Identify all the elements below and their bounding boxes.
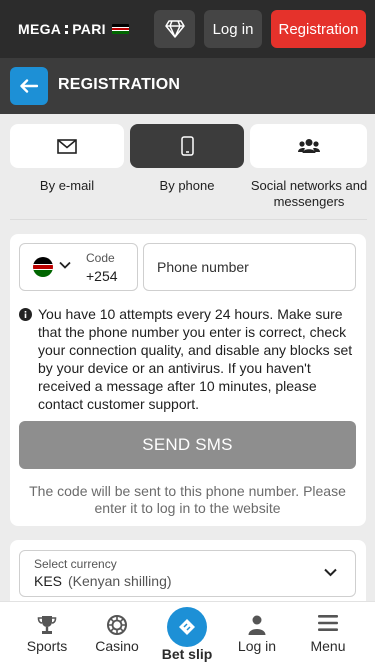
envelope-icon <box>57 138 77 154</box>
nav-label-bet-slip[interactable]: Bet slip <box>152 646 222 662</box>
sms-hint-text: The code will be sent to this phone numb… <box>29 483 346 516</box>
chevron-down-icon <box>59 261 71 269</box>
logo-text-pari: PARI <box>72 21 106 37</box>
currency-code: KES <box>34 573 63 589</box>
ticket-icon <box>179 619 195 635</box>
code-label: Code <box>86 251 115 265</box>
phone-number-input[interactable] <box>143 243 356 291</box>
currency-card: Select currency KES (Kenyan shilling) <box>10 540 366 610</box>
nav-menu[interactable]: Menu <box>293 602 363 667</box>
arrow-left-icon <box>20 79 38 93</box>
back-button[interactable] <box>10 67 48 105</box>
nav-label-menu: Menu <box>310 638 346 654</box>
phone-registration-form: Code +254 You have 10 attempts every 24 … <box>10 234 366 526</box>
bottom-navigation: Sports Casino Bet slip Log in Menu <box>0 601 375 667</box>
nav-label-casino: Casino <box>95 638 139 654</box>
nav-casino[interactable]: Casino <box>82 602 152 667</box>
bonus-button[interactable] <box>154 10 195 48</box>
megapari-logo[interactable]: MEGA PARI <box>18 20 129 38</box>
tab-label-phone: By phone <box>159 178 215 193</box>
logo-text-mega: MEGA <box>18 21 62 37</box>
hamburger-menu-icon <box>318 615 338 631</box>
nav-sports[interactable]: Sports <box>12 602 82 667</box>
page-title: REGISTRATION <box>58 76 181 93</box>
code-value: +254 <box>86 268 118 284</box>
currency-value: KES (Kenyan shilling) <box>34 573 172 589</box>
tab-label-email: By e-mail <box>39 178 95 193</box>
tab-by-email[interactable] <box>10 124 124 168</box>
tab-label-social: Social networks and messengers <box>250 178 368 209</box>
attempts-info-text: You have 10 attempts every 24 hours. Mak… <box>38 306 353 412</box>
top-bar: MEGA PARI Log in Registration <box>0 0 375 58</box>
kenya-flag-icon <box>33 257 53 277</box>
user-icon <box>248 615 266 635</box>
send-sms-button[interactable]: SEND SMS <box>19 421 356 469</box>
casino-chip-icon <box>107 615 127 635</box>
registration-method-tabs: By e-mail By phone Social networks and m… <box>10 114 367 220</box>
currency-select[interactable]: Select currency KES (Kenyan shilling) <box>19 550 356 597</box>
users-icon <box>297 139 320 153</box>
tab-social-networks[interactable] <box>250 124 367 168</box>
registration-button[interactable]: Registration <box>271 10 366 48</box>
currency-name: (Kenyan shilling) <box>68 573 172 589</box>
tab-by-phone[interactable] <box>130 124 244 168</box>
section-header: REGISTRATION <box>0 58 375 114</box>
bet-slip-button[interactable] <box>167 607 207 647</box>
login-button[interactable]: Log in <box>204 10 262 48</box>
kenya-flag-icon <box>111 23 129 35</box>
country-code-picker[interactable]: Code +254 <box>19 243 138 291</box>
nav-label-sports: Sports <box>26 638 68 654</box>
trophy-icon <box>37 616 57 634</box>
phone-icon <box>180 136 194 156</box>
diamond-icon <box>164 20 185 38</box>
chevron-down-icon <box>324 568 337 577</box>
logo-dots <box>65 24 69 34</box>
currency-label: Select currency <box>34 557 117 571</box>
nav-login[interactable]: Log in <box>222 602 292 667</box>
divider <box>10 219 367 220</box>
info-icon <box>19 308 32 321</box>
nav-label-login: Log in <box>237 638 277 654</box>
